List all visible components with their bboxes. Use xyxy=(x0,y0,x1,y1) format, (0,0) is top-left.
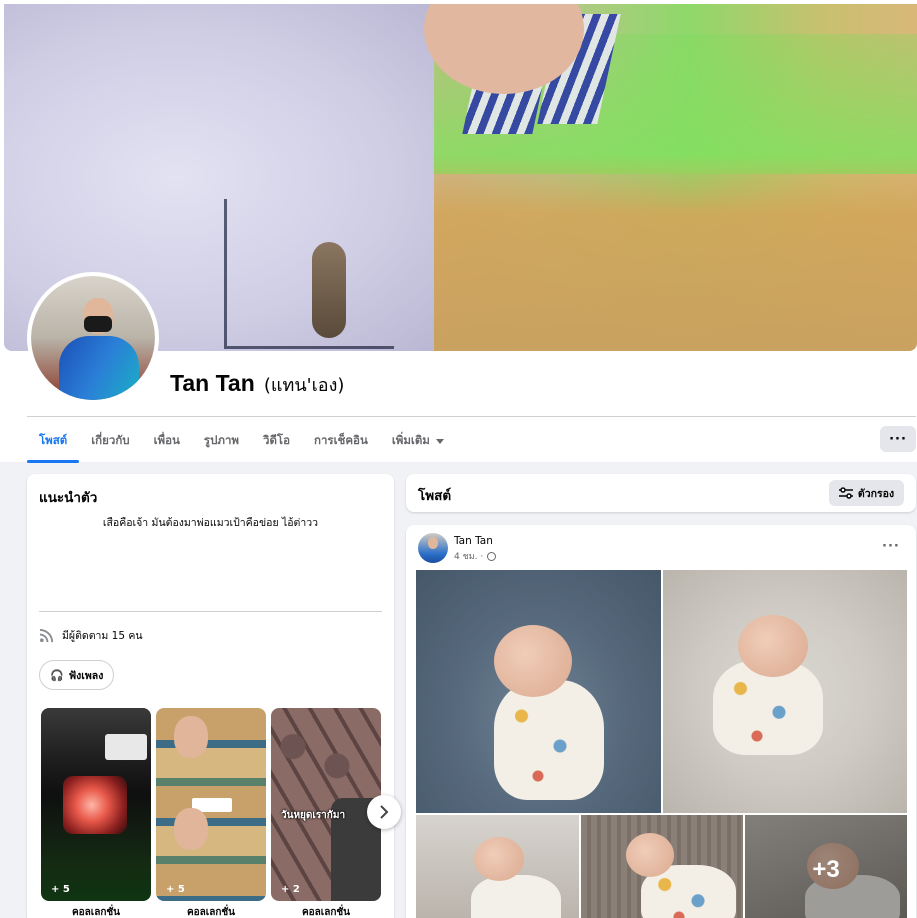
chevron-right-icon xyxy=(380,805,389,819)
collections-next-button[interactable] xyxy=(367,795,401,829)
followers-row: มีผู้ติดตาม 15 คน xyxy=(39,627,143,644)
baby-head xyxy=(626,833,674,877)
collection-label: คอลเลกชั่น xyxy=(71,907,121,918)
globe-icon xyxy=(487,551,497,561)
tab-videos[interactable]: วิดีโอ xyxy=(251,420,302,462)
headphones-icon: 🎧 xyxy=(50,668,64,682)
more-photos-count: +3 xyxy=(812,856,840,883)
post-options-button[interactable]: ··· xyxy=(882,539,900,554)
post-author-avatar[interactable] xyxy=(418,533,448,563)
collection-count: + 5 xyxy=(166,884,185,895)
collection-note xyxy=(105,734,147,760)
post-author-name[interactable]: Tan Tan xyxy=(454,535,493,547)
tab-label: รูปภาพ xyxy=(203,433,239,447)
tab-label: การเช็คอิน xyxy=(314,433,368,447)
post-photo[interactable] xyxy=(663,570,907,813)
profile-name-main: Tan Tan xyxy=(170,370,255,396)
cover-sand xyxy=(424,154,917,351)
collection-item[interactable]: + 5 xyxy=(156,708,266,901)
bio-text: เสือคือเจ้า มันต้องมาพ่อแมวเป้าคือข่อย ไ… xyxy=(102,517,319,529)
baby-head xyxy=(738,615,808,677)
collection-caption: วันหยุดเรากัมา xyxy=(281,810,346,821)
tab-photos[interactable]: รูปภาพ xyxy=(192,420,251,462)
intro-title: แนะนำตัว xyxy=(39,490,98,506)
featured-collections: + 5 คอลเลกชั่น + 5 คอลเลกชั่น วันหยุดเรา… xyxy=(41,708,381,918)
posts-header-card: โพสต์ ตัวกรอง xyxy=(406,474,916,512)
followers-count: มีผู้ติดตาม 15 คน xyxy=(62,630,143,642)
tab-label: โพสต์ xyxy=(39,433,68,447)
tab-more[interactable]: เพิ่มเติม xyxy=(380,420,456,462)
profile-more-button[interactable]: ··· xyxy=(880,426,916,452)
collection-face xyxy=(174,716,208,758)
post-timestamp[interactable]: 4 ชม. · xyxy=(454,549,497,563)
profile-tabs: โพสต์ เกี่ยวกับ เพื่อน รูปภาพ วิดีโอ การ… xyxy=(27,420,456,463)
cover-collar xyxy=(224,199,394,349)
post-photo[interactable] xyxy=(581,815,743,918)
post-time-text: 4 ชม. · xyxy=(454,552,484,562)
post-photo[interactable]: +3 xyxy=(745,815,907,918)
profile-name: Tan Tan (แทน'เอง) xyxy=(170,370,344,399)
collection-item[interactable]: + 5 xyxy=(41,708,151,901)
collection-item[interactable]: วันหยุดเรากัมา + 2 xyxy=(271,708,381,901)
profile-name-alt: (แทน'เอง) xyxy=(263,375,345,396)
profile-avatar[interactable] xyxy=(27,272,159,404)
cover-sunglasses xyxy=(312,242,346,338)
filter-button[interactable]: ตัวกรอง xyxy=(829,480,904,506)
filter-label: ตัวกรอง xyxy=(857,487,895,500)
tab-checkins[interactable]: การเช็คอิน xyxy=(302,420,380,462)
collection-count: + 5 xyxy=(51,884,70,895)
post-photo[interactable] xyxy=(416,815,579,918)
tab-friends[interactable]: เพื่อน xyxy=(142,420,192,462)
post-card: Tan Tan 4 ชม. · ··· +3 xyxy=(406,525,916,918)
tab-about[interactable]: เกี่ยวกับ xyxy=(79,420,141,462)
baby-body xyxy=(494,680,604,800)
avatar-mask xyxy=(84,316,112,332)
tab-label: เพิ่มเติม xyxy=(391,433,430,447)
posts-title: โพสต์ xyxy=(418,488,452,504)
intro-divider xyxy=(39,611,382,612)
intro-card: แนะนำตัว เสือคือเจ้า มันต้องมาพ่อแมวเป้า… xyxy=(27,474,394,918)
collection-label: คอลเลกชั่น xyxy=(301,907,351,918)
chevron-down-icon xyxy=(435,438,444,444)
collection-ultrasound xyxy=(63,776,127,834)
post-photo[interactable] xyxy=(416,570,661,813)
baby-body xyxy=(471,875,561,918)
collection-label: คอลเลกชั่น xyxy=(186,907,236,918)
more-photos-overlay[interactable]: +3 xyxy=(745,815,907,918)
header-divider xyxy=(27,416,916,417)
tab-label: เพื่อน xyxy=(153,433,180,447)
tab-label: วิดีโอ xyxy=(263,433,291,447)
music-button[interactable]: 🎧 ฟังเพลง xyxy=(39,660,115,690)
music-button-label: ฟังเพลง xyxy=(68,669,104,682)
tab-label: เกี่ยวกับ xyxy=(91,433,130,447)
avatar-body xyxy=(59,336,139,400)
tab-posts[interactable]: โพสต์ xyxy=(27,420,80,463)
rss-icon xyxy=(39,628,54,643)
baby-head xyxy=(474,837,524,881)
collection-face xyxy=(174,808,208,850)
collection-count: + 2 xyxy=(281,884,300,895)
baby-head xyxy=(494,625,572,697)
sliders-icon xyxy=(838,487,853,499)
